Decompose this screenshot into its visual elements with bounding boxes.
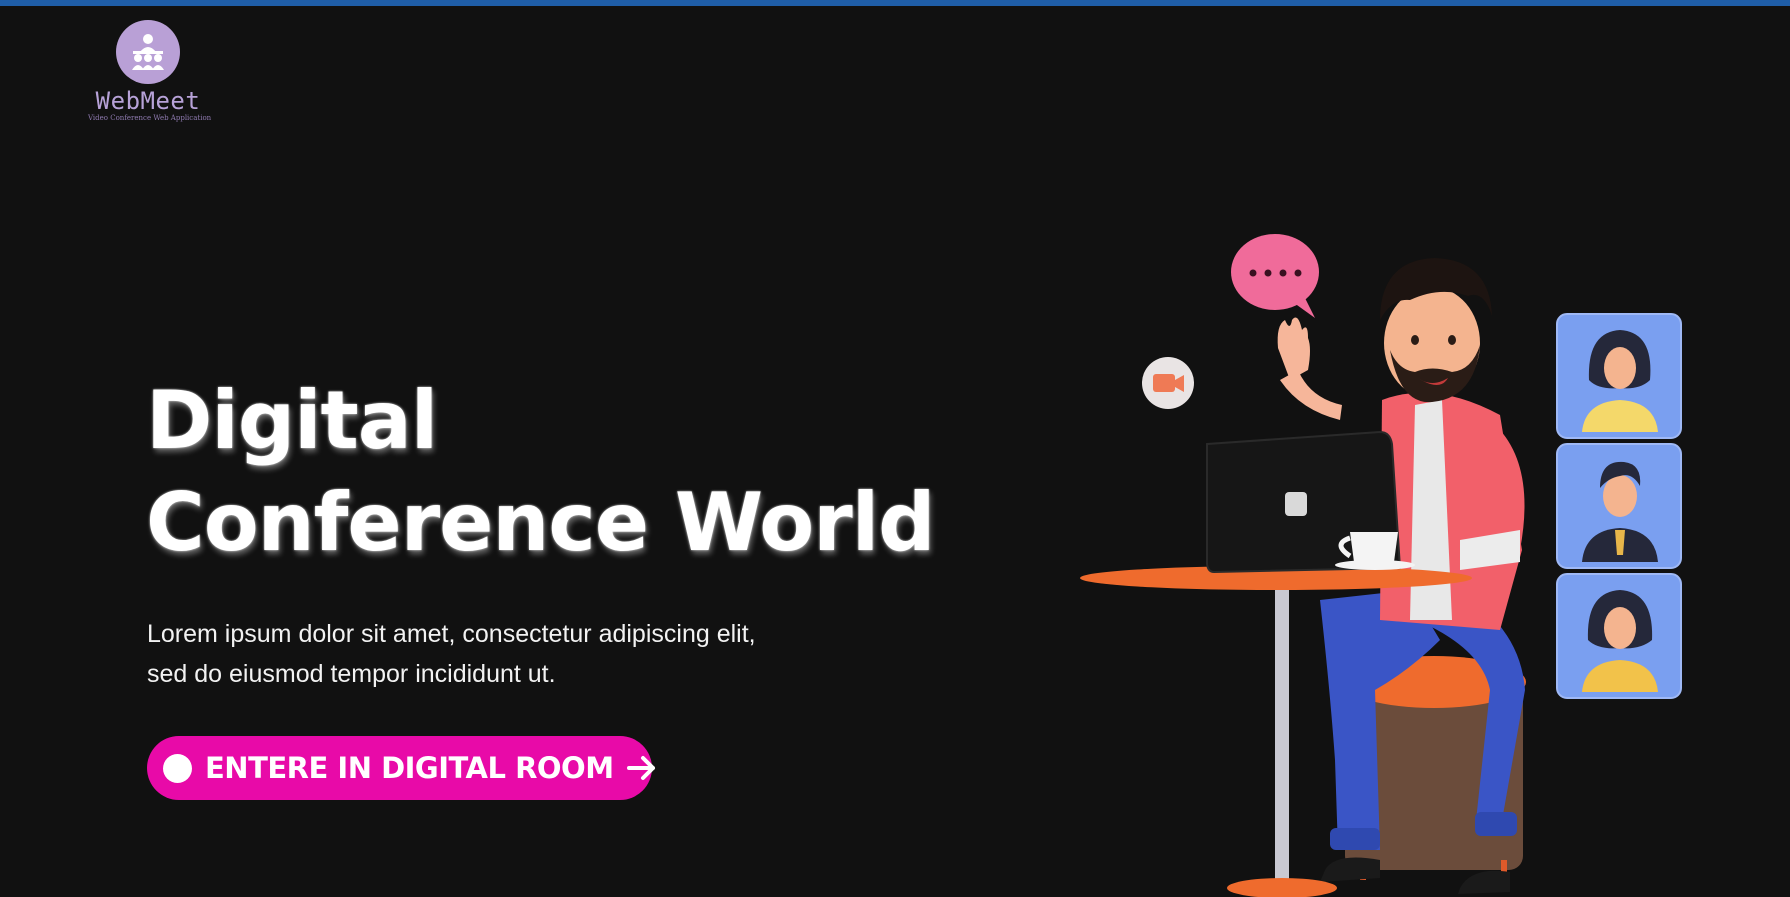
arrow-right-icon (626, 756, 655, 780)
button-dot-icon (163, 753, 192, 783)
hero-description: Lorem ipsum dolor sit amet, consectetur … (147, 614, 827, 694)
brand-name: WebMeet (95, 87, 201, 115)
hero-title-line-2: Conference World (146, 476, 935, 569)
cta-label: ENTERE IN DIGITAL ROOM (205, 751, 614, 785)
hero-description-line-2: sed do eiusmod tempor incididunt ut. (147, 660, 556, 688)
chat-bubble-icon (1231, 234, 1319, 318)
conference-illustration (1080, 234, 1682, 897)
brand-logo[interactable]: WebMeet Video Conference Web Application (88, 20, 212, 123)
participant-avatar-tile-1 (1556, 313, 1682, 439)
hero-description-line-1: Lorem ipsum dolor sit amet, consectetur … (147, 620, 756, 648)
top-accent-strip (0, 0, 1790, 6)
participant-avatar-tile-2 (1556, 443, 1682, 569)
video-camera-icon (1142, 357, 1194, 409)
brand-tagline: Video Conference Web Application (88, 114, 212, 122)
enter-digital-room-button[interactable]: ENTERE IN DIGITAL ROOM (147, 736, 655, 800)
hero-title-line-1: Digital (146, 374, 438, 467)
participant-avatar-tile-3 (1556, 573, 1682, 699)
group-meeting-icon (116, 20, 180, 84)
hero-title: Digital Conference World (146, 370, 935, 574)
